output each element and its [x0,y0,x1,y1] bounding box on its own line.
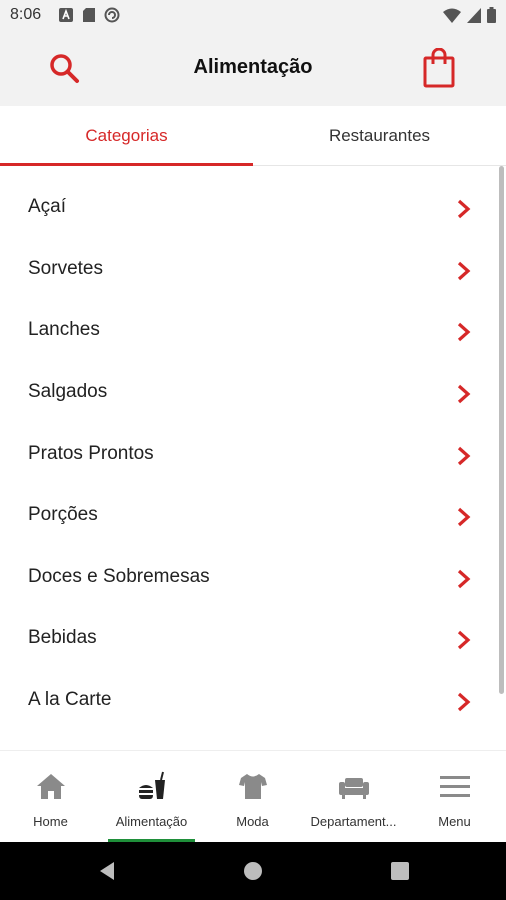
chevron-right-icon [457,261,471,281]
nav-label: Alimentação [115,814,188,829]
nav-label: Departament... [310,814,397,829]
nav-label: Menu [438,814,471,829]
chevron-right-icon [457,199,471,219]
notification-a-icon [59,8,73,22]
nav-item-departamentos[interactable]: Departament... [303,751,404,843]
nav-item-home[interactable]: Home [0,751,101,843]
category-label: A la Carte [28,689,112,710]
category-label: Lanches [28,319,100,340]
category-label: Pratos Prontos [28,443,154,464]
list-item[interactable]: Pratos Prontos [0,425,496,486]
tshirt-icon [238,774,267,799]
wifi-icon [443,8,461,23]
home-button-icon[interactable] [242,860,264,882]
hamburger-menu-icon [439,776,470,797]
circular-app-icon [104,7,120,23]
system-navigation-bar [0,842,506,900]
list-item[interactable]: Sorvetes [0,240,496,301]
status-time: 8:06 [10,6,42,23]
chevron-right-icon [457,630,471,650]
list-item[interactable]: Doces e Sobremesas [0,548,496,609]
list-item[interactable]: Lanches [0,301,496,362]
chevron-right-icon [457,569,471,589]
category-label: Salgados [28,381,108,402]
sd-card-icon [83,8,95,22]
home-icon [36,774,65,799]
category-tabs: Categorias Restaurantes [0,106,506,166]
status-system-icons [443,7,496,23]
recents-icon[interactable] [389,860,411,882]
list-item[interactable]: A la Carte [0,671,496,732]
chevron-right-icon [457,692,471,712]
category-label: Bebidas [28,627,97,648]
list-item[interactable]: Açaí [0,178,496,239]
nav-item-moda[interactable]: Moda [202,751,303,843]
chevron-right-icon [457,384,471,404]
category-label: Doces e Sobremesas [28,566,210,587]
tab-categorias[interactable]: Categorias [0,106,253,166]
shopping-bag-icon[interactable] [422,48,456,88]
nav-item-menu[interactable]: Menu [404,751,505,843]
chevron-right-icon [457,507,471,527]
list-item[interactable]: Bebidas [0,609,496,670]
nav-item-alimentacao[interactable]: Alimentação [101,751,202,843]
nav-label: Moda [236,814,269,829]
category-label: Sorvetes [28,258,103,279]
nav-label: Home [33,814,68,829]
battery-icon [487,7,496,23]
status-bar: 8:06 [0,0,506,32]
category-list: Açaí Sorvetes Lanches Salgados Pratos Pr… [0,166,506,750]
chevron-right-icon [457,446,471,466]
app-header: Alimentação [0,32,506,106]
cell-signal-icon [467,7,481,23]
category-label: Porções [28,504,98,525]
list-item[interactable]: Porções [0,486,496,547]
food-drink-icon [138,771,165,799]
category-label: Açaí [28,196,67,217]
chevron-right-icon [457,322,471,342]
tab-restaurantes[interactable]: Restaurantes [253,106,506,166]
bottom-navigation: Home Alimentação Moda Departament... Men… [0,750,506,843]
sofa-icon [338,778,369,799]
list-scrollbar[interactable] [499,166,504,694]
status-notification-icons [58,7,120,23]
back-icon[interactable] [96,860,118,882]
list-item[interactable]: Salgados [0,363,496,424]
